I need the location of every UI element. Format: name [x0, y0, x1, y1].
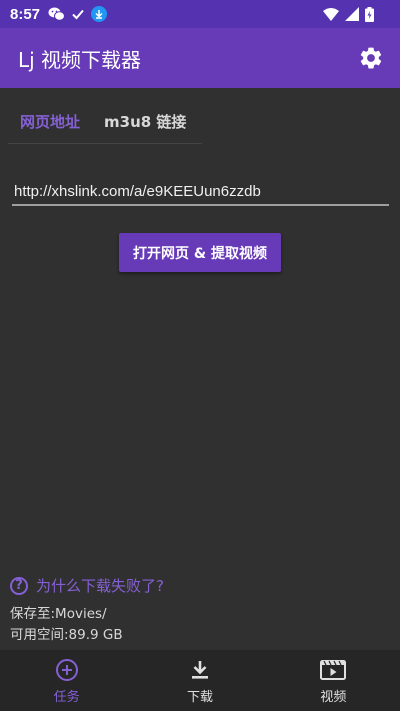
save-path-text: 保存至:Movies/ [10, 606, 107, 622]
film-icon [320, 660, 347, 680]
nav-downloads[interactable]: 下载 [133, 650, 266, 711]
check-icon [72, 9, 84, 20]
app-bar: Lj 视频下载器 [0, 28, 400, 88]
nav-videos-label: 视频 [320, 690, 347, 705]
app-title: Lj 视频下载器 [18, 47, 142, 72]
wifi-icon [323, 7, 339, 21]
tab-m3u8-link[interactable]: m3u8 链接 [92, 100, 198, 144]
signal-icon [345, 7, 359, 21]
nav-tasks[interactable]: 任务 [0, 650, 133, 711]
free-space-text: 可用空间:89.9 GB [10, 627, 123, 643]
status-right-icons [323, 6, 374, 22]
bottom-navigation: 任务 下载 视频 [0, 650, 400, 711]
nav-downloads-label: 下载 [186, 690, 213, 705]
help-link-label: 为什么下载失败了? [36, 577, 164, 595]
nav-tasks-label: 任务 [53, 690, 80, 705]
tab-web-url[interactable]: 网页地址 [8, 100, 92, 144]
open-and-extract-button[interactable]: 打开网页 & 提取视频 [119, 233, 281, 272]
status-left-icons [48, 6, 108, 22]
why-download-failed-link[interactable]: ? 为什么下载失败了? [10, 575, 164, 596]
nav-videos[interactable]: 视频 [267, 650, 400, 711]
download-icon [191, 661, 208, 679]
tab-divider [8, 143, 202, 144]
battery-icon [365, 6, 374, 22]
status-time: 8:57 [10, 5, 41, 23]
plus-circle-icon [55, 659, 78, 681]
url-input[interactable] [12, 178, 389, 206]
download-badge-icon [91, 6, 108, 22]
help-circle-icon: ? [10, 576, 28, 595]
status-bar: 8:57 [0, 0, 400, 28]
source-tabs: 网页地址 m3u8 链接 [0, 100, 198, 144]
wechat-icon [48, 7, 66, 21]
gear-icon[interactable] [358, 45, 384, 71]
